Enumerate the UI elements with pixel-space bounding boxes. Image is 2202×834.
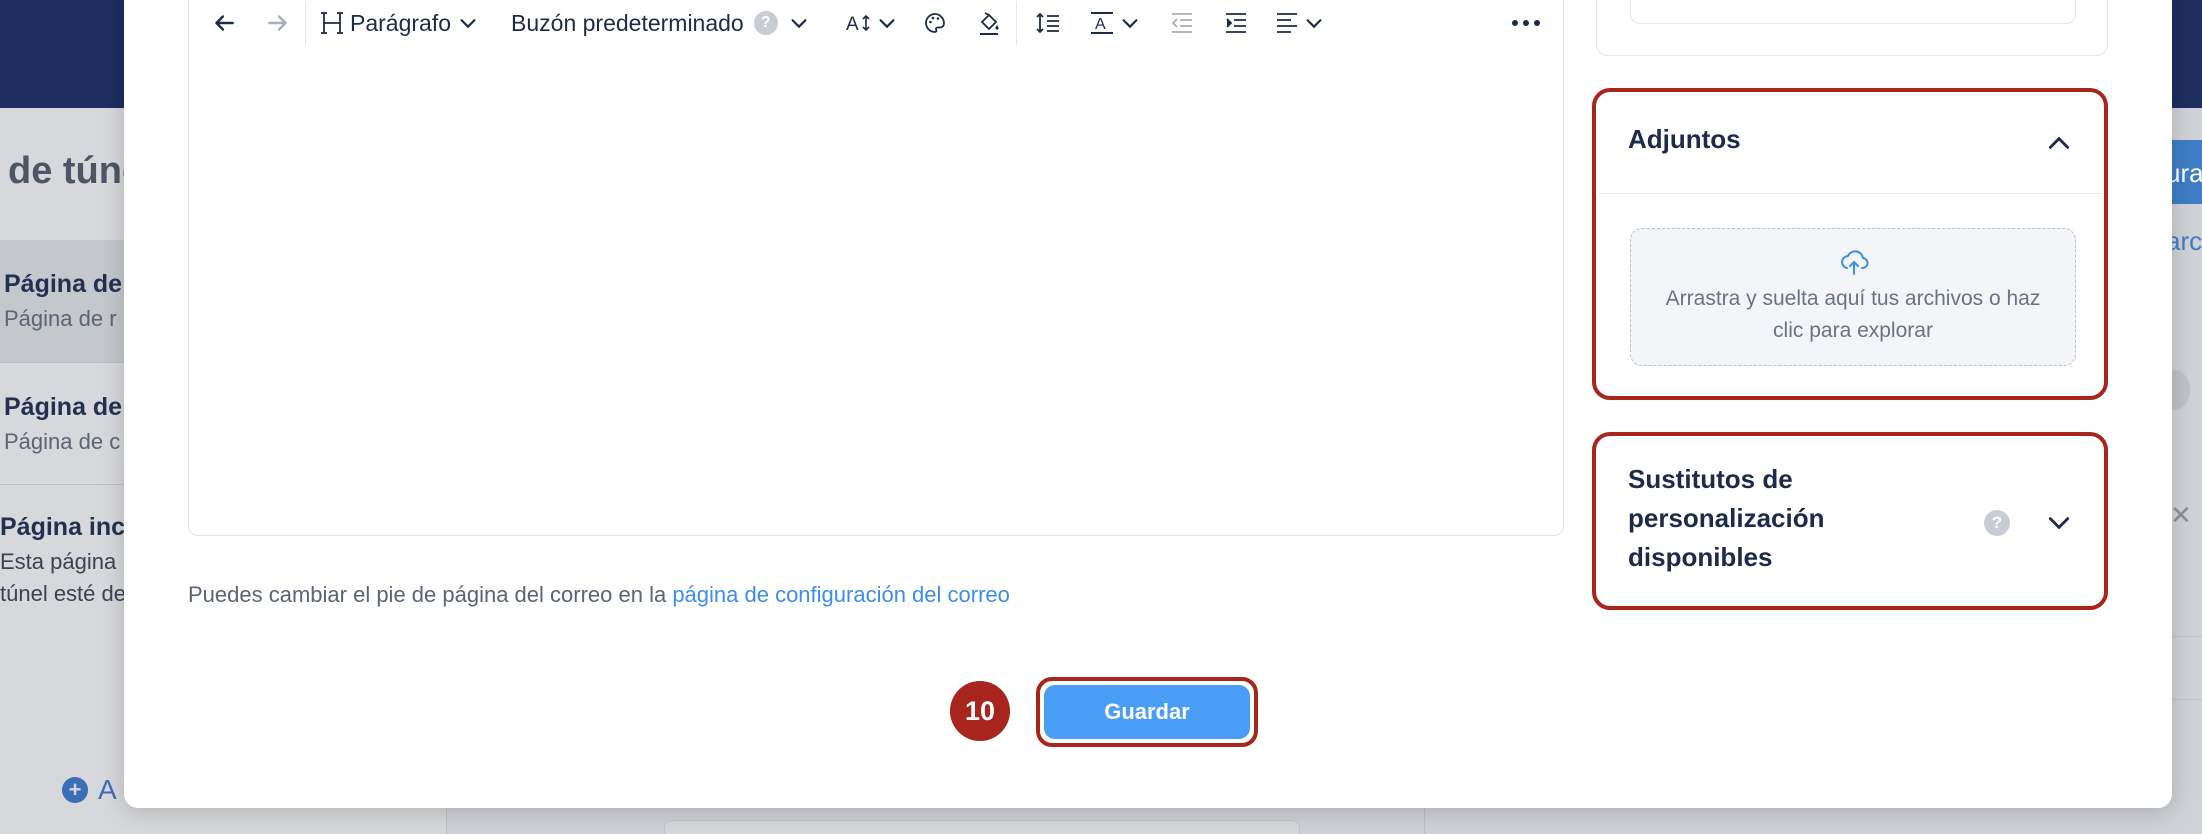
help-icon[interactable]: ? — [753, 11, 778, 35]
palette-icon — [924, 13, 945, 33]
email-settings-link[interactable]: página de configuración del correo — [672, 582, 1010, 607]
mailbox-dropdown[interactable]: Buzón predeterminado ? — [511, 3, 810, 43]
chevron-up-icon[interactable] — [2046, 130, 2072, 156]
editor-content-area[interactable] — [189, 55, 1563, 535]
previous-panel-field[interactable] — [1630, 0, 2076, 24]
background-item-subtitle: Página de r — [4, 306, 117, 331]
background-item-subtitle: Página de c — [4, 429, 121, 454]
dropzone-text: Arrastra y suelta aquí tus archivos o ha… — [1665, 287, 2041, 342]
highlight-color-button[interactable] — [962, 3, 1016, 43]
step-badge: 10 — [950, 681, 1010, 741]
line-height-button[interactable] — [1021, 3, 1075, 43]
background-add-label: A — [98, 774, 117, 805]
background-item-title: Página de — [4, 393, 123, 421]
attachments-header[interactable]: Adjuntos — [1598, 94, 2102, 194]
background-add-button: + A — [62, 774, 117, 806]
chevron-down-icon — [1122, 19, 1138, 29]
font-size-dropdown[interactable]: A — [846, 3, 898, 43]
chevron-down-icon — [1306, 19, 1322, 29]
align-left-icon — [1276, 13, 1297, 33]
arrow-right-icon — [268, 15, 287, 31]
arrow-left-icon — [215, 15, 234, 31]
substitutes-title: Sustitutos de personalización disponible… — [1628, 464, 1825, 572]
attachments-title: Adjuntos — [1628, 124, 1741, 154]
mailbox-label: Buzón predeterminado — [511, 9, 744, 36]
chevron-down-icon[interactable] — [2046, 510, 2072, 536]
svg-text:A: A — [1095, 16, 1106, 33]
help-icon[interactable]: ? — [1984, 510, 2010, 536]
paint-bucket-icon — [979, 12, 999, 35]
chevron-down-icon — [791, 19, 807, 29]
background-item-title: Página de — [4, 270, 123, 298]
background-field — [664, 820, 1300, 834]
substitutes-panel[interactable]: Sustitutos de personalización disponible… — [1598, 438, 2102, 604]
more-horizontal-icon — [1512, 20, 1540, 26]
svg-text:A: A — [846, 14, 859, 35]
footer-note-text: Puedes cambiar el pie de página del corr… — [188, 582, 673, 607]
undo-button[interactable] — [197, 3, 251, 43]
paragraph-style-dropdown[interactable]: Parágrafo — [320, 3, 479, 43]
font-size-icon: A — [846, 14, 870, 35]
editor-toolbar: Parágrafo Buzón predeterminado ? A A — [189, 0, 1563, 55]
rich-text-editor: Parágrafo Buzón predeterminado ? A A — [188, 0, 1564, 536]
close-icon: ✕ — [2170, 500, 2192, 530]
outdent-button[interactable] — [1155, 3, 1209, 43]
chevron-down-icon — [460, 19, 476, 29]
chevron-down-icon — [879, 19, 895, 29]
toolbar-divider — [1015, 1, 1017, 45]
footer-note: Puedes cambiar el pie de página del corr… — [188, 582, 1010, 608]
redo-button[interactable] — [251, 3, 305, 43]
heading-icon — [321, 12, 343, 34]
text-style-icon: A — [1090, 12, 1113, 34]
background-item-subtitle: Esta página — [0, 549, 117, 574]
attachments-panel: Adjuntos Arrastra y suelta aquí tus arch… — [1598, 94, 2102, 394]
indent-button[interactable] — [1209, 3, 1263, 43]
more-options-button[interactable] — [1499, 3, 1553, 43]
background-item-title: Página inc — [0, 513, 126, 541]
cloud-upload-icon — [1841, 250, 1869, 275]
background-page-title: de túne — [8, 150, 144, 192]
indent-icon — [1225, 13, 1246, 33]
outdent-icon — [1171, 13, 1192, 33]
align-dropdown[interactable] — [1275, 3, 1325, 43]
save-button[interactable]: Guardar — [1044, 685, 1250, 739]
text-color-button[interactable] — [908, 3, 962, 43]
background-item-subtitle: túnel esté de — [0, 581, 126, 606]
toolbar-divider — [305, 1, 306, 45]
text-format-dropdown[interactable]: A — [1089, 3, 1141, 43]
plus-circle-icon: + — [62, 777, 88, 803]
file-dropzone[interactable]: Arrastra y suelta aquí tus archivos o ha… — [1630, 228, 2076, 366]
paragraph-style-label: Parágrafo — [350, 9, 452, 36]
line-height-icon — [1036, 12, 1059, 34]
